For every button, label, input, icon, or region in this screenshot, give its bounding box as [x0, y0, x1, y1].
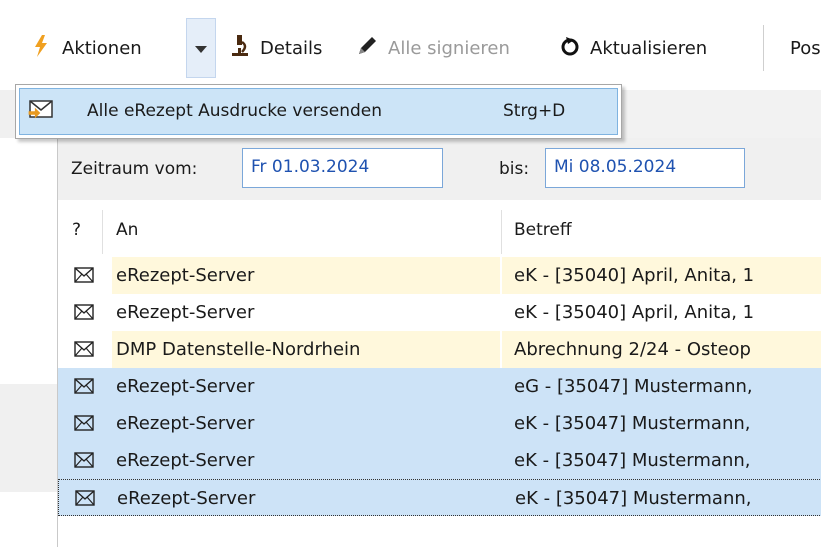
grid-header: ? An Betreff — [58, 200, 821, 257]
to-date-label: bis: — [499, 159, 530, 179]
alle-signieren-button[interactable]: Alle signieren — [356, 18, 510, 78]
lightning-icon — [34, 34, 48, 62]
cell-betreff: eK - [35040] April, Anita, 1 — [514, 265, 755, 286]
cell-betreff: eK - [35047] Mustermann, — [514, 413, 751, 434]
truncated-label: Pos — [790, 37, 821, 59]
aktionen-label: Aktionen — [62, 37, 142, 59]
message-grid: ? An Betreff eRezept-Server eK - [35040] … — [57, 200, 821, 547]
cell-an: eRezept-Server — [116, 376, 255, 397]
cell-an: eRezept-Server — [116, 450, 255, 471]
envelope-icon — [74, 340, 94, 362]
cell-betreff: eK - [35047] Mustermann, — [515, 488, 752, 509]
details-button[interactable]: Details — [230, 18, 322, 78]
alle-signieren-label: Alle signieren — [388, 37, 510, 59]
aktionen-button[interactable]: Aktionen — [34, 18, 142, 78]
envelope-icon — [74, 414, 94, 436]
cell-betreff: eK - [35047] Mustermann, — [514, 450, 751, 471]
column-divider[interactable] — [102, 210, 103, 254]
table-row[interactable]: DMP Datenstelle-Nordrhein Abrechnung 2/24… — [58, 331, 821, 368]
envelope-icon — [74, 266, 94, 288]
cell-an: eRezept-Server — [116, 302, 255, 323]
toolbar-separator — [763, 25, 764, 71]
aktionen-menu: Alle eRezept Ausdrucke versenden Strg+D — [15, 84, 622, 139]
pen-icon — [356, 35, 378, 62]
truncated-toolbar-button[interactable]: Pos — [790, 18, 821, 78]
column-divider[interactable] — [501, 210, 502, 254]
column-header-flag[interactable]: ? — [72, 220, 81, 240]
from-date-field[interactable]: Fr 01.03.2024 — [242, 148, 443, 188]
cell-an: eRezept-Server — [116, 265, 255, 286]
table-row[interactable]: eRezept-Server eK - [35040] April, Anita,… — [58, 294, 821, 331]
from-date-label: Zeitraum vom: — [71, 159, 198, 179]
column-header-an[interactable]: An — [116, 220, 138, 240]
cell-an: eRezept-Server — [116, 413, 255, 434]
to-date-field[interactable]: Mi 08.05.2024 — [545, 148, 745, 188]
envelope-icon — [74, 377, 94, 399]
details-label: Details — [260, 37, 323, 59]
cell-betreff: eK - [35040] April, Anita, 1 — [514, 302, 755, 323]
refresh-icon — [560, 36, 580, 61]
date-filter-bar: Zeitraum vom: Fr 01.03.2024 bis: Mi 08.0… — [57, 138, 821, 200]
cell-betreff: eG - [35047] Mustermann, — [514, 376, 753, 397]
column-header-betreff[interactable]: Betreff — [514, 220, 572, 240]
aktionen-dropdown-button[interactable] — [186, 18, 216, 78]
table-row[interactable]: eRezept-Server eK - [35047] Mustermann, — [58, 405, 821, 442]
envelope-icon — [74, 303, 94, 325]
left-panel-lower — [0, 384, 57, 492]
envelope-icon — [75, 489, 95, 511]
menu-item-alle-erezept-versenden[interactable]: Alle eRezept Ausdrucke versenden Strg+D — [19, 88, 618, 135]
table-row[interactable]: eRezept-Server eG - [35047] Mustermann, — [58, 368, 821, 405]
cell-betreff: Abrechnung 2/24 - Osteop — [514, 339, 751, 360]
menu-item-shortcut: Strg+D — [503, 101, 566, 121]
menu-item-label: Alle eRezept Ausdrucke versenden — [87, 101, 383, 121]
cell-an: eRezept-Server — [117, 488, 256, 509]
aktualisieren-button[interactable]: Aktualisieren — [560, 18, 707, 78]
table-row[interactable]: eRezept-Server eK - [35040] April, Anita,… — [58, 257, 821, 294]
microscope-icon — [230, 34, 250, 63]
table-row[interactable]: eRezept-Server eK - [35047] Mustermann, — [58, 479, 821, 516]
table-row[interactable]: eRezept-Server eK - [35047] Mustermann, — [58, 442, 821, 479]
envelope-icon — [74, 451, 94, 473]
aktualisieren-label: Aktualisieren — [590, 37, 708, 59]
toolbar: Aktionen Details Alle signieren Aktualis… — [0, 0, 821, 90]
cell-an: DMP Datenstelle-Nordrhein — [116, 339, 361, 360]
chevron-down-icon — [195, 37, 207, 59]
envelope-arrow-icon — [28, 97, 56, 128]
